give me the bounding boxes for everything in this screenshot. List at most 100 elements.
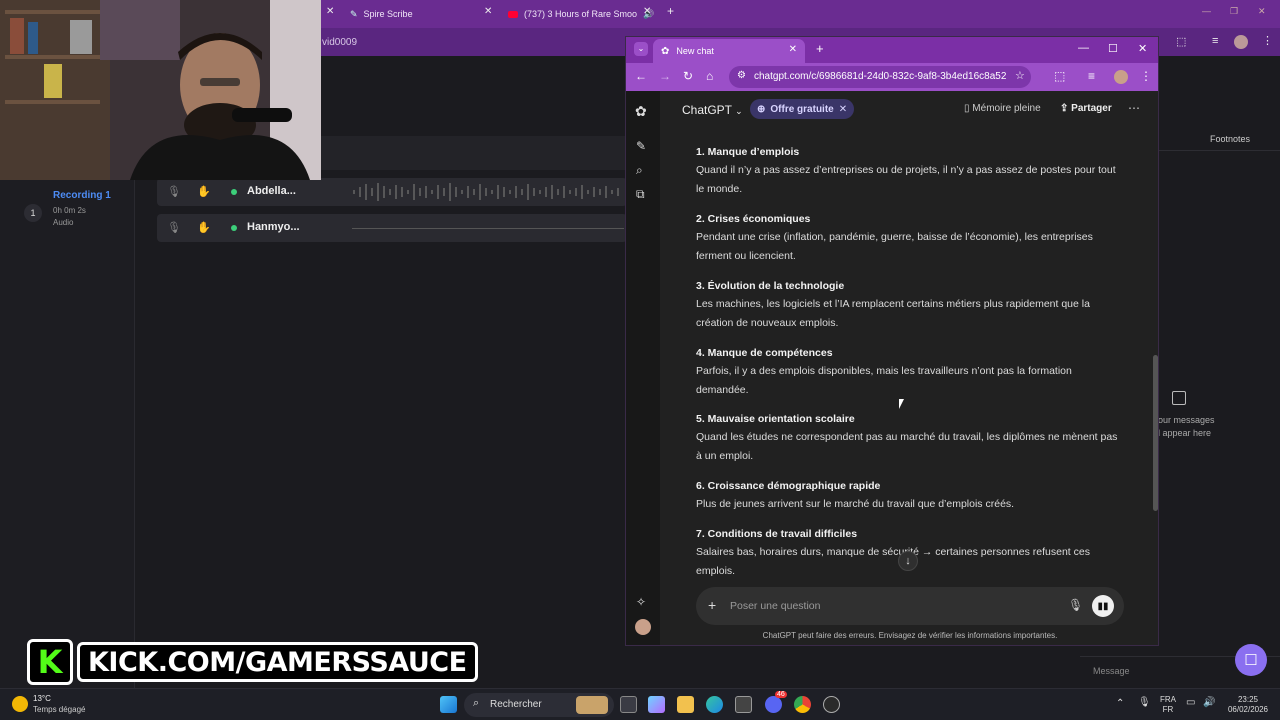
tab-label: (737) 3 Hours of Rare Smoo: [524, 9, 638, 19]
browser-tab-bar: ⌄ ✿ New chat ✕ + — ☐ ✕: [626, 37, 1158, 63]
clock[interactable]: 23:25 06/02/2026: [1224, 695, 1272, 715]
recording-type: Audio: [53, 218, 74, 227]
menu-icon[interactable]: ⋮: [1262, 34, 1273, 47]
copilot-icon[interactable]: [648, 696, 665, 713]
speaker-track[interactable]: 🎙 ✋ Abdella...: [157, 178, 627, 206]
waveform: [353, 183, 619, 201]
avatar[interactable]: [1234, 35, 1248, 49]
close-icon[interactable]: ✕: [484, 6, 492, 17]
model-selector[interactable]: ChatGPT ⌄: [682, 103, 743, 117]
close-icon[interactable]: ✕: [326, 6, 334, 17]
scrollbar[interactable]: [1153, 355, 1158, 511]
chatgpt-sidebar: ✿ ✎ ⌕ ⧉ ✧: [626, 91, 660, 645]
tab-label: Spire Scribe: [363, 9, 413, 19]
hand-icon[interactable]: ✋: [197, 185, 211, 198]
edge-icon[interactable]: [706, 696, 723, 713]
clock-date: 06/02/2026: [1227, 705, 1269, 714]
list-item: 5. Mauvaise orientation scolaire Quand l…: [696, 410, 1126, 466]
close-icon[interactable]: ✕: [643, 6, 651, 17]
speaker-track[interactable]: 🎙 ✋ Hanmyo...: [157, 214, 627, 242]
site-info-icon[interactable]: ⚙: [737, 70, 746, 81]
search-icon[interactable]: ⌕: [636, 163, 643, 178]
tab-search-icon[interactable]: ⌄: [634, 42, 648, 56]
openai-logo-icon[interactable]: ✿: [635, 103, 647, 120]
tab-youtube[interactable]: (737) 3 Hours of Rare Smoo 🔊: [508, 4, 654, 24]
close-icon[interactable]: ✕: [1258, 6, 1266, 17]
home-icon[interactable]: ⌂: [706, 69, 713, 83]
language-indicator[interactable]: FRA FR: [1160, 695, 1176, 715]
minimize-icon[interactable]: —: [1202, 6, 1211, 16]
add-attachment-icon[interactable]: +: [708, 597, 716, 613]
close-window-icon[interactable]: ✕: [1138, 42, 1147, 55]
scroll-down-button[interactable]: ↓: [898, 551, 918, 571]
bookmark-star-icon[interactable]: ☆: [1015, 69, 1025, 82]
extensions-icon[interactable]: ⬚: [1054, 69, 1065, 83]
chrome-icon[interactable]: [794, 696, 811, 713]
recordings-sidebar: [0, 180, 135, 688]
maximize-icon[interactable]: ☐: [1108, 42, 1118, 55]
media-icon[interactable]: ≡: [1212, 35, 1218, 47]
discord-icon[interactable]: [765, 696, 782, 713]
model-name: ChatGPT: [682, 103, 732, 117]
weather-moon-icon[interactable]: [12, 696, 28, 712]
avatar[interactable]: [1114, 70, 1128, 84]
section-body: Pendant une crise (inflation, pandémie, …: [696, 231, 1093, 262]
taskbar-search[interactable]: ⌕ Rechercher: [464, 693, 614, 717]
network-icon[interactable]: ▭: [1186, 697, 1195, 708]
extensions-icon[interactable]: ⬚: [1176, 35, 1186, 48]
help-chat-icon[interactable]: ☐: [1235, 644, 1267, 676]
chevron-up-icon[interactable]: ⌃: [1116, 698, 1124, 709]
empty-messages-line: our messages: [1158, 415, 1215, 425]
spire-icon: ✎: [350, 8, 358, 19]
new-tab-icon[interactable]: +: [667, 4, 674, 18]
prompt-composer[interactable]: + Poser une question 🎙 ▮▮: [696, 587, 1124, 625]
empty-messages-text: our messages l appear here: [1158, 414, 1215, 440]
obs-icon[interactable]: [823, 696, 840, 713]
weather-temperature[interactable]: 13°C: [33, 694, 51, 703]
minimize-icon[interactable]: —: [1078, 42, 1089, 54]
tab-new-chat[interactable]: ✿ New chat ✕: [653, 39, 805, 63]
tab-spire-scribe[interactable]: ✎ Spire Scribe: [350, 4, 413, 24]
file-explorer-icon[interactable]: [677, 696, 694, 713]
more-options-icon[interactable]: ⋯: [1128, 101, 1140, 115]
back-icon[interactable]: ←: [635, 69, 647, 83]
plan-badge[interactable]: ⊕ Offre gratuite ✕: [750, 99, 855, 119]
recording-title[interactable]: Recording 1: [53, 190, 111, 201]
task-view-icon[interactable]: [620, 696, 637, 713]
media-control-icon[interactable]: ≡: [1088, 69, 1095, 83]
reload-icon[interactable]: ↻: [683, 69, 693, 83]
weather-description[interactable]: Temps dégagé: [33, 705, 85, 714]
chatgpt-header: ChatGPT ⌄ ⊕ Offre gratuite ✕ ▯ Mémoire p…: [660, 91, 1158, 125]
voice-mode-button[interactable]: ▮▮: [1092, 595, 1114, 617]
store-icon[interactable]: [735, 696, 752, 713]
library-icon[interactable]: ⧉: [636, 187, 645, 202]
mouse-cursor: [899, 399, 904, 409]
start-icon[interactable]: [440, 696, 457, 713]
microphone-icon[interactable]: 🎙: [1068, 598, 1083, 612]
footnotes-tab[interactable]: Footnotes: [1210, 134, 1250, 144]
chatgpt-browser-window: ⌄ ✿ New chat ✕ + — ☐ ✕ ← → ↻ ⌂ ⚙ chatgpt…: [625, 36, 1159, 646]
new-tab-icon[interactable]: +: [816, 41, 824, 56]
sparkle-icon[interactable]: ✧: [636, 595, 646, 609]
search-label: Rechercher: [490, 699, 542, 710]
hand-icon[interactable]: ✋: [197, 221, 211, 234]
close-icon[interactable]: ✕: [839, 104, 847, 115]
plan-label: Offre gratuite: [770, 103, 834, 115]
divider: [1158, 150, 1280, 151]
browser-menu-icon[interactable]: ⋮: [1140, 69, 1152, 83]
mic-icon[interactable]: 🎙: [167, 185, 181, 198]
new-chat-icon[interactable]: ✎: [636, 139, 646, 153]
volume-icon[interactable]: 🔊: [1203, 697, 1215, 708]
mic-muted-icon[interactable]: 🎙: [167, 221, 181, 234]
close-tab-icon[interactable]: ✕: [789, 44, 797, 55]
maximize-icon[interactable]: ❐: [1230, 6, 1238, 17]
user-avatar[interactable]: [635, 619, 651, 635]
share-button[interactable]: ⇪ Partager: [1060, 103, 1112, 114]
keyboard-layout: FR: [1162, 705, 1174, 714]
mic-tray-icon[interactable]: 🎙: [1138, 697, 1151, 708]
memory-status[interactable]: ▯ Mémoire pleine: [964, 103, 1041, 114]
share-icon: ⇪: [1060, 103, 1069, 114]
address-bar[interactable]: ⚙ chatgpt.com/c/6986681d-24d0-832c-9af8-…: [729, 66, 1031, 88]
forward-icon[interactable]: →: [659, 69, 671, 83]
section-title: 5. Mauvaise orientation scolaire: [696, 413, 855, 425]
